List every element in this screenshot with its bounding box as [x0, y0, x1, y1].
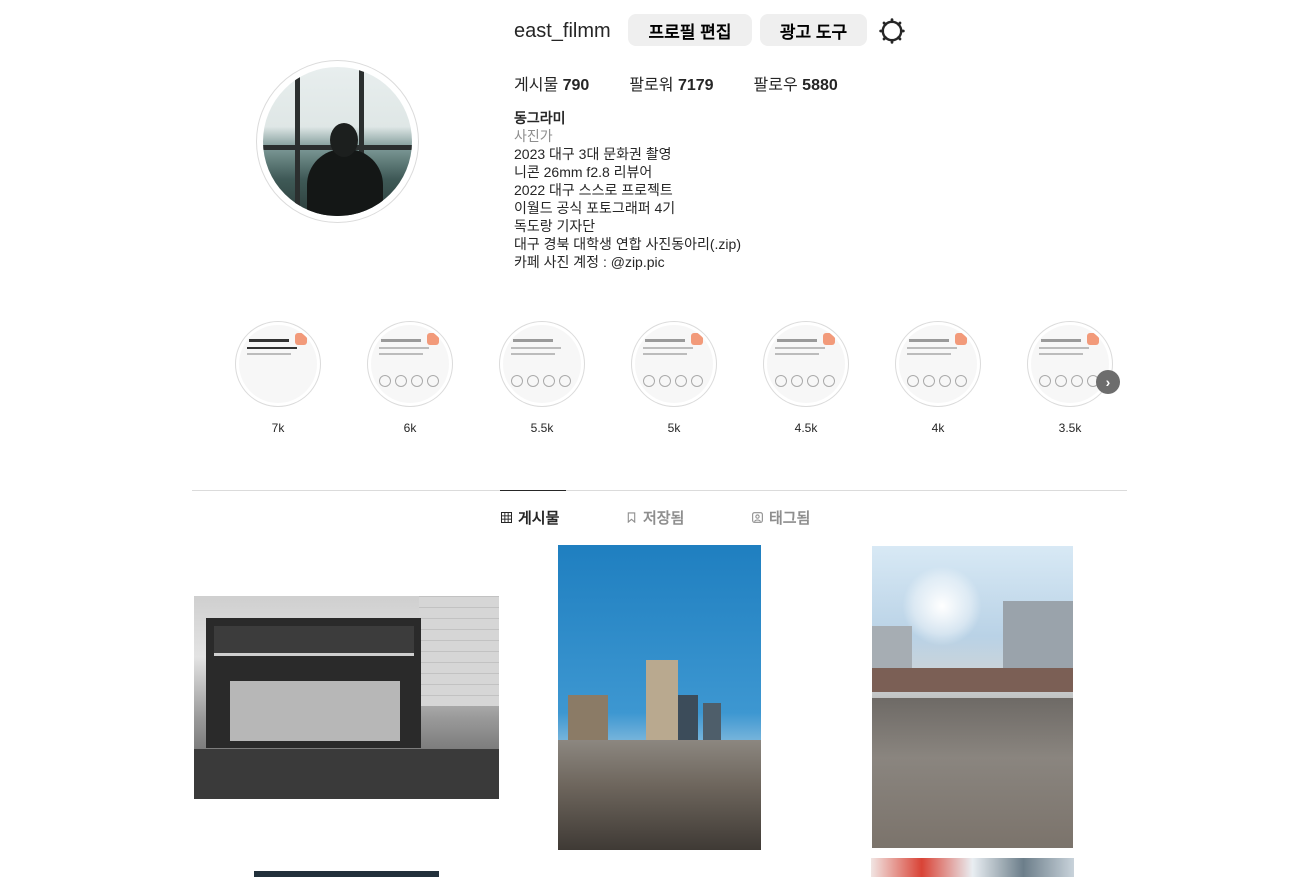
highlight-label: 4.5k: [794, 421, 818, 435]
ad-tools-button[interactable]: 광고 도구: [760, 14, 867, 46]
tab-tagged[interactable]: 태그됨: [752, 507, 810, 528]
highlight-label: 6k: [403, 421, 417, 435]
tab-label: 게시물: [518, 510, 560, 527]
bio-line: 2022 대구 스스로 프로젝트: [514, 182, 673, 198]
stat-value: 790: [562, 77, 590, 94]
story-highlights: 7k 6k 5.5k 5k 4.5k 4k 3.5k ›: [235, 321, 1125, 441]
bio-line: 독도랑 기자단: [514, 218, 596, 234]
settings-gear-icon[interactable]: [879, 18, 905, 44]
stat-label: 게시물: [514, 77, 559, 94]
bio-line: 이월드 공식 포토그래퍼 4기: [514, 200, 676, 216]
stat-label: 팔로워: [629, 77, 674, 94]
highlight-cover: [371, 325, 449, 403]
stat-following[interactable]: 팔로우 5880: [754, 71, 838, 95]
post-thumbnail[interactable]: [872, 546, 1073, 848]
stat-posts: 게시물 790: [514, 71, 589, 95]
highlight-label: 3.5k: [1058, 421, 1082, 435]
highlight-cover: [1031, 325, 1109, 403]
edit-profile-button[interactable]: 프로필 편집: [628, 14, 752, 46]
highlight-item[interactable]: 6k: [367, 321, 453, 435]
stat-followers[interactable]: 팔로워 7179: [629, 71, 713, 95]
active-tab-indicator: [500, 490, 566, 491]
highlight-cover: [635, 325, 713, 403]
post-thumbnail[interactable]: [194, 596, 499, 799]
profile-stats: 게시물 790 팔로워 7179 팔로우 5880: [514, 71, 878, 95]
profile-username: east_filmm: [514, 20, 611, 42]
tab-label: 태그됨: [769, 510, 811, 527]
avatar-image: [263, 67, 412, 216]
highlight-label: 5.5k: [530, 421, 554, 435]
bio-category: 사진가: [514, 128, 553, 144]
bio-line: 니콘 26mm f2.8 리뷰어: [514, 164, 653, 180]
bio-line: 대구 경북 대학생 연합 사진동아리(.zip): [514, 236, 741, 252]
highlight-cover: [239, 325, 317, 403]
highlight-item[interactable]: 5.5k: [499, 321, 585, 435]
highlight-label: 5k: [667, 421, 681, 435]
bookmark-icon: [627, 512, 636, 523]
bio-line: 2023 대구 3대 문화권 촬영: [514, 146, 672, 162]
post-thumbnail[interactable]: [871, 858, 1074, 877]
stat-value: 7179: [677, 77, 714, 94]
post-thumbnail[interactable]: [254, 871, 439, 877]
tag-person-icon: [752, 512, 763, 523]
tab-posts[interactable]: 게시물: [501, 507, 559, 528]
profile-avatar[interactable]: [256, 60, 419, 223]
tab-saved[interactable]: 저장됨: [626, 507, 684, 528]
tab-label: 저장됨: [643, 510, 685, 527]
highlights-next-button[interactable]: ›: [1096, 370, 1120, 394]
tabs-divider: [192, 490, 1127, 491]
profile-bio: 동그라미 사진가 2023 대구 3대 문화권 촬영 니콘 26mm f2.8 …: [514, 109, 741, 271]
highlight-item[interactable]: 5k: [631, 321, 717, 435]
bio-name: 동그라미: [514, 110, 566, 126]
post-thumbnail[interactable]: [558, 545, 761, 850]
profile-page: east_filmm 프로필 편집 광고 도구 게시물 790 팔로워 7179…: [0, 0, 1315, 877]
chevron-right-icon: ›: [1105, 374, 1111, 390]
stat-value: 5880: [802, 77, 838, 94]
highlight-cover: [767, 325, 845, 403]
bio-line[interactable]: 카페 사진 계정 : @zip.pic: [514, 253, 741, 271]
highlight-cover: [503, 325, 581, 403]
highlight-label: 7k: [271, 421, 285, 435]
grid-icon: [501, 512, 512, 523]
highlight-item[interactable]: 4k: [895, 321, 981, 435]
highlight-item[interactable]: 7k: [235, 321, 321, 435]
highlight-label: 4k: [931, 421, 945, 435]
highlight-item[interactable]: 4.5k: [763, 321, 849, 435]
highlight-cover: [899, 325, 977, 403]
stat-label: 팔로우: [753, 77, 798, 94]
